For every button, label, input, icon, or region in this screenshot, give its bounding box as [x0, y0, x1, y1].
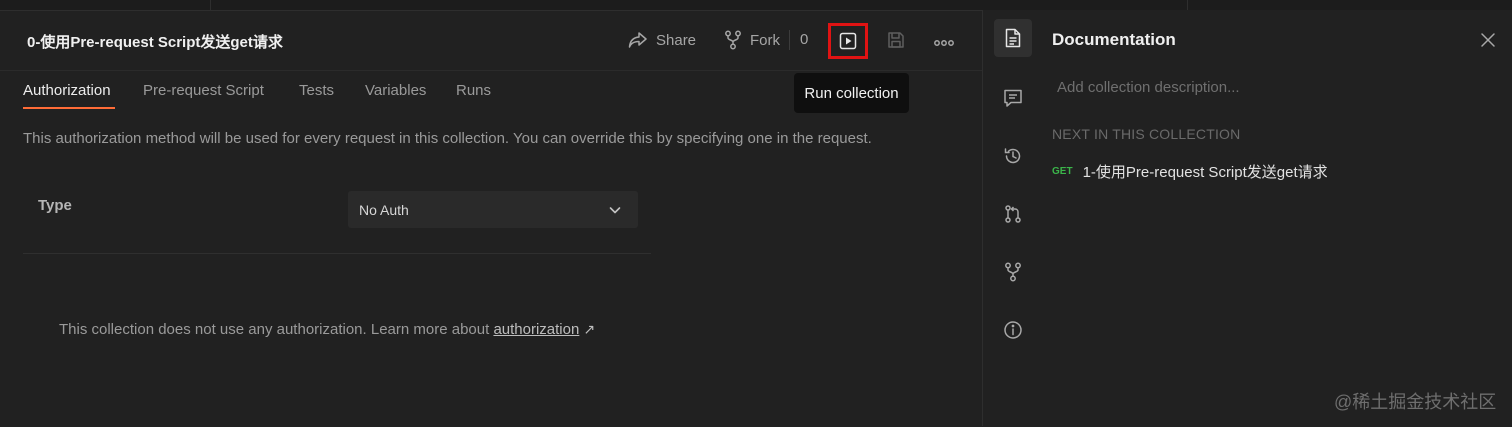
close-button[interactable]: [1480, 32, 1496, 53]
pull-request-icon: [1005, 205, 1021, 223]
tab-tests[interactable]: Tests: [299, 82, 334, 99]
documentation-panel: Documentation Add collection description…: [982, 10, 1512, 426]
auth-description: This authorization method will be used f…: [23, 130, 872, 147]
close-icon: [1481, 33, 1495, 47]
save-icon: [888, 32, 904, 48]
share-icon: [628, 32, 647, 48]
play-icon: [839, 32, 857, 50]
fork-button[interactable]: Fork: [724, 29, 780, 51]
fork-count: 0: [800, 31, 809, 48]
auth-type-select[interactable]: No Auth: [348, 191, 638, 228]
run-collection-button[interactable]: [828, 23, 868, 59]
watermark: @稀土掘金技术社区: [1334, 392, 1497, 412]
toolbar-divider: [789, 30, 790, 50]
share-label: Share: [656, 31, 697, 49]
comments-rail-button[interactable]: [1001, 86, 1025, 110]
no-auth-info: This collection does not use any authori…: [59, 321, 595, 338]
info-rail-button[interactable]: [1001, 318, 1025, 342]
section-divider: [23, 253, 651, 254]
tab-runs[interactable]: Runs: [456, 82, 491, 99]
save-button[interactable]: [886, 30, 906, 55]
top-strip-divider: [1187, 0, 1188, 10]
comments-icon: [1004, 89, 1022, 107]
auth-type-label: Type: [38, 197, 72, 214]
right-sidebar-rail: [983, 10, 1041, 426]
request-name: 1-使用Pre-request Script发送get请求: [1082, 164, 1328, 181]
documentation-rail-button[interactable]: [994, 19, 1032, 57]
more-horizontal-icon: [934, 40, 954, 46]
fork-label: Fork: [750, 31, 780, 49]
top-strip: [0, 0, 1512, 10]
active-tab-indicator: [23, 107, 115, 109]
auth-type-value: No Auth: [359, 202, 409, 218]
collection-header: 0-使用Pre-request Script发送get请求 Share Fork…: [0, 11, 982, 71]
documentation-title: Documentation: [1052, 30, 1176, 49]
request-method-badge: GET: [1052, 166, 1073, 177]
history-icon: [1004, 148, 1021, 164]
collection-main-panel: 0-使用Pre-request Script发送get请求 Share Fork…: [0, 10, 982, 427]
fork-icon: [1005, 262, 1021, 282]
share-button[interactable]: Share: [628, 29, 696, 51]
run-collection-tooltip: Run collection: [794, 73, 909, 113]
info-icon: [1004, 321, 1022, 339]
collection-title[interactable]: 0-使用Pre-request Script发送get请求: [27, 31, 283, 52]
tab-variables[interactable]: Variables: [365, 82, 426, 99]
fork-icon: [725, 30, 741, 50]
history-rail-button[interactable]: [1001, 144, 1025, 168]
no-auth-info-text: This collection does not use any authori…: [59, 321, 494, 338]
tab-authorization[interactable]: Authorization: [23, 82, 111, 99]
authorization-link[interactable]: authorization: [493, 321, 579, 338]
documentation-icon: [1005, 28, 1021, 48]
next-request-item[interactable]: GET 1-使用Pre-request Script发送get请求: [1052, 161, 1328, 182]
fork-rail-button[interactable]: [1001, 260, 1025, 284]
more-options-button[interactable]: [934, 35, 954, 53]
chevron-down-icon: [608, 203, 622, 222]
top-strip-divider: [210, 0, 211, 10]
tab-pre-request-script[interactable]: Pre-request Script: [143, 82, 264, 99]
collection-description-input[interactable]: Add collection description...: [1057, 79, 1240, 96]
external-link-icon: ↗: [583, 321, 596, 337]
next-in-collection-label: NEXT IN THIS COLLECTION: [1052, 126, 1241, 142]
pull-request-rail-button[interactable]: [1001, 202, 1025, 226]
